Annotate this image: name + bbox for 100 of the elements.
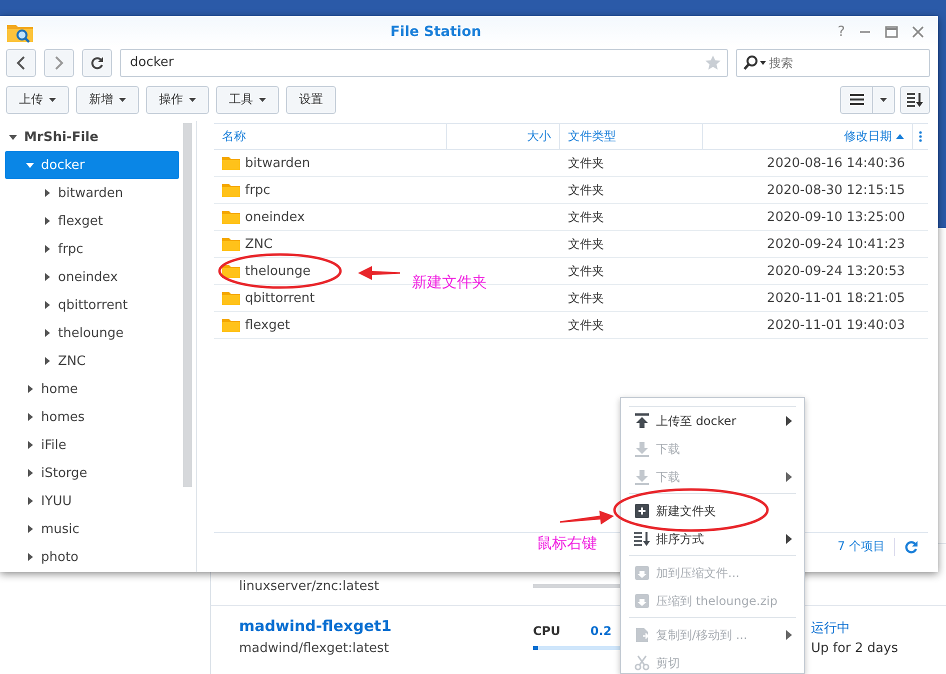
refresh-button[interactable] xyxy=(82,48,112,76)
chevron-left-icon xyxy=(16,56,26,70)
folder-icon xyxy=(222,318,240,332)
table-cell: 文件夹 xyxy=(568,182,604,198)
tree-item[interactable]: music xyxy=(5,515,179,543)
tree-item[interactable]: MrShi-File xyxy=(5,123,179,151)
path-field[interactable]: docker xyxy=(120,48,728,76)
forward-button[interactable] xyxy=(44,48,74,76)
caret-icon xyxy=(189,98,196,102)
tree-item[interactable]: bitwarden xyxy=(5,179,179,207)
tree-item[interactable]: homes xyxy=(5,403,179,431)
image-name: madwind/flexget:latest xyxy=(239,641,390,656)
submenu-arrow-icon xyxy=(786,534,792,544)
table-cell: 文件夹 xyxy=(568,154,604,172)
search-icon[interactable] xyxy=(743,54,767,70)
download-icon xyxy=(634,469,650,485)
column-header[interactable]: 大小 xyxy=(447,124,560,149)
folder-icon xyxy=(222,210,240,224)
caret-icon xyxy=(42,300,52,310)
list-view-button[interactable] xyxy=(840,86,873,114)
file-name[interactable]: frpc xyxy=(245,182,270,198)
caret-icon xyxy=(25,496,35,506)
table-cell: 2020-09-10 13:25:00 xyxy=(766,210,905,224)
scrollbar-thumb[interactable] xyxy=(183,123,192,487)
toolbar-button[interactable]: 上传 xyxy=(6,86,69,114)
uptime-text: Up for 2 days xyxy=(811,641,898,656)
tree-item[interactable]: docker xyxy=(5,151,179,179)
column-header[interactable]: 修改日期 xyxy=(703,124,913,149)
toolbar-button[interactable]: 操作 xyxy=(146,86,209,114)
caret-icon xyxy=(42,328,52,338)
table-cell: 2020-11-01 19:40:03 xyxy=(766,318,905,332)
menu-item[interactable]: 新建文件夹 xyxy=(629,497,796,525)
tree-item[interactable]: IYUU xyxy=(5,487,179,515)
archive-icon xyxy=(634,593,650,609)
file-name[interactable]: bitwarden xyxy=(245,156,310,170)
download-icon xyxy=(634,441,650,457)
tree-item[interactable]: oneindex xyxy=(5,263,179,291)
tree-item[interactable]: ZNC xyxy=(5,347,179,375)
caret-icon xyxy=(25,384,35,394)
upload-icon xyxy=(634,413,650,429)
submenu-arrow-icon xyxy=(786,630,792,640)
caret-icon xyxy=(25,440,35,450)
caret-icon xyxy=(25,524,35,534)
star-icon[interactable] xyxy=(705,55,721,70)
caret-icon xyxy=(25,412,35,422)
annotation-arrow xyxy=(560,510,614,524)
caret-icon xyxy=(25,552,35,562)
back-button[interactable] xyxy=(6,48,36,76)
tree-item[interactable]: thelounge xyxy=(5,319,179,347)
toolbar-button[interactable]: 设置 xyxy=(286,86,336,114)
file-name[interactable]: ZNC xyxy=(245,236,273,252)
caret-icon xyxy=(8,132,18,142)
table-cell: 文件夹 xyxy=(568,290,604,306)
tree-item[interactable]: frpc xyxy=(5,235,179,263)
sort-button[interactable] xyxy=(900,86,930,114)
caret-icon xyxy=(880,98,887,102)
item-count: 7 个项目 xyxy=(838,538,885,555)
file-name[interactable]: qbittorrent xyxy=(245,290,315,306)
annotation-arrow xyxy=(358,266,400,280)
search-field[interactable]: 搜索 xyxy=(736,48,930,76)
window-title: File Station xyxy=(389,24,482,40)
annotation-label: 新建文件夹 xyxy=(412,273,487,292)
cpu-label: CPU xyxy=(533,624,560,638)
sort-icon xyxy=(634,531,650,547)
tree-item[interactable]: flexget xyxy=(5,207,179,235)
toolbar-button[interactable]: 新增 xyxy=(76,86,139,114)
close-icon[interactable] xyxy=(912,26,924,38)
sort-arrow-icon xyxy=(896,134,904,139)
file-name[interactable]: thelounge xyxy=(245,264,311,278)
view-dropdown-button[interactable] xyxy=(873,86,895,114)
caret-icon xyxy=(42,188,52,198)
table-cell: 文件夹 xyxy=(568,208,604,226)
chevron-right-icon xyxy=(54,56,64,70)
tree-item[interactable]: photo xyxy=(5,543,179,571)
tree-item[interactable]: qbittorrent xyxy=(5,291,179,319)
archive-icon xyxy=(634,565,650,581)
table-cell: 文件夹 xyxy=(568,316,604,334)
container-name[interactable]: madwind-flexget1 xyxy=(239,617,533,635)
submenu-arrow-icon xyxy=(786,416,792,426)
refresh-icon[interactable] xyxy=(904,540,918,554)
submenu-arrow-icon xyxy=(786,472,792,482)
menu-item[interactable]: 上传至 docker xyxy=(629,407,796,435)
menu-item[interactable]: 排序方式 xyxy=(629,525,796,553)
file-name[interactable]: oneindex xyxy=(245,210,305,224)
toolbar-button[interactable]: 工具 xyxy=(216,86,279,114)
column-header[interactable]: 名称 xyxy=(214,124,447,149)
caret-icon xyxy=(25,468,35,478)
file-name[interactable]: flexget xyxy=(245,318,290,332)
folder-icon xyxy=(222,183,240,197)
maximize-icon[interactable] xyxy=(885,26,898,38)
table-cell: 2020-09-24 10:41:23 xyxy=(766,236,905,252)
table-cell: 2020-11-01 18:21:05 xyxy=(766,290,905,306)
tree-item[interactable]: home xyxy=(5,375,179,403)
tree-item[interactable]: iFile xyxy=(5,431,179,459)
folder-icon xyxy=(222,156,240,170)
caret-icon xyxy=(42,356,52,366)
column-header[interactable]: 文件类型 xyxy=(560,124,703,149)
tree-item[interactable]: iStorge xyxy=(5,459,179,487)
more-options-icon[interactable] xyxy=(919,131,922,142)
table-cell: 文件夹 xyxy=(568,236,604,252)
